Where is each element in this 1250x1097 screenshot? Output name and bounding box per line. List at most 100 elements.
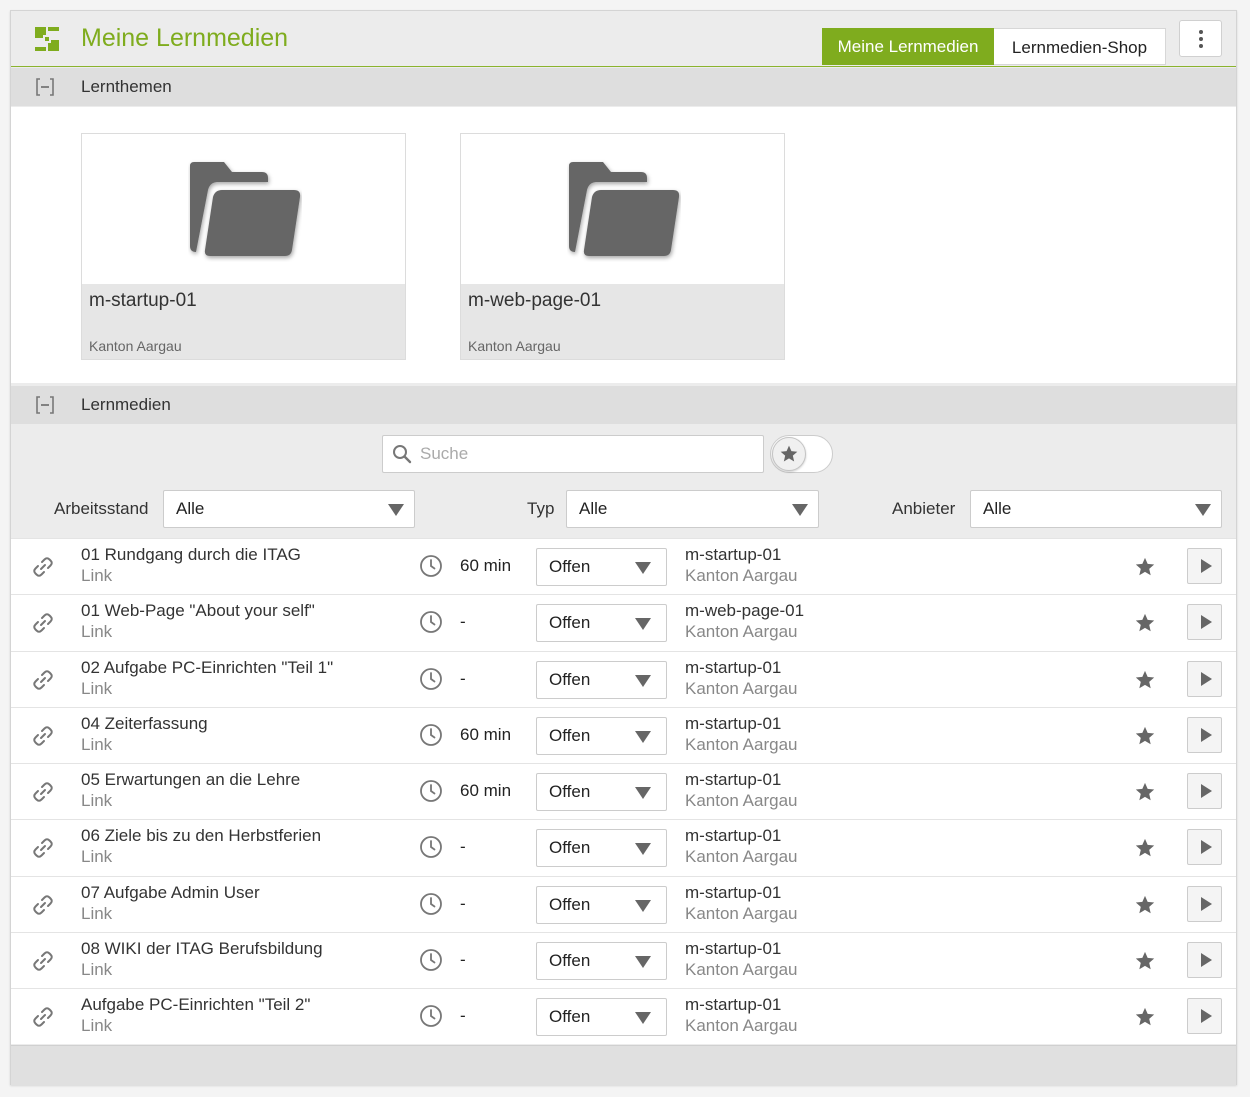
filter-select-arbeitsstand[interactable]: Alle xyxy=(163,490,415,528)
item-title[interactable]: 02 Aufgabe PC-Einrichten "Teil 1" xyxy=(81,658,333,678)
play-button[interactable] xyxy=(1187,829,1222,866)
item-duration: - xyxy=(460,612,466,632)
select-value: Offen xyxy=(549,725,591,745)
play-button[interactable] xyxy=(1187,885,1222,922)
filter-select-anbieter[interactable]: Alle xyxy=(970,490,1222,528)
star-icon[interactable] xyxy=(1134,612,1156,634)
clock-icon xyxy=(420,948,442,971)
play-button[interactable] xyxy=(1187,716,1222,753)
item-type: Link xyxy=(81,847,113,867)
play-button[interactable] xyxy=(1187,998,1222,1034)
search-icon xyxy=(393,445,412,464)
item-provider: Kanton Aargau xyxy=(685,847,798,867)
link-icon[interactable] xyxy=(31,836,55,860)
search-input[interactable] xyxy=(420,442,750,466)
status-select[interactable]: Offen xyxy=(536,885,667,924)
favorites-toggle[interactable] xyxy=(770,435,833,473)
status-select[interactable]: Offen xyxy=(536,998,667,1036)
media-row: 08 WIKI der ITAG Berufsbildung Link - Of… xyxy=(11,931,1236,988)
star-icon[interactable] xyxy=(1134,669,1156,691)
link-icon[interactable] xyxy=(31,724,55,748)
star-icon[interactable] xyxy=(1134,556,1156,578)
item-theme: m-startup-01 xyxy=(685,938,782,958)
link-icon[interactable] xyxy=(31,555,55,579)
item-theme: m-web-page-01 xyxy=(685,601,805,621)
item-title[interactable]: 04 Zeiterfassung xyxy=(81,714,208,734)
status-select[interactable]: Offen xyxy=(536,548,667,586)
item-duration: - xyxy=(460,837,466,857)
card-title: m-startup-01 xyxy=(89,290,197,311)
select-value: Offen xyxy=(549,782,591,801)
item-title[interactable]: 01 Rundgang durch die ITAG xyxy=(81,545,301,565)
link-icon[interactable] xyxy=(31,949,55,973)
item-duration: - xyxy=(460,893,466,913)
play-button[interactable] xyxy=(1187,548,1222,584)
more-menu-button[interactable] xyxy=(1179,20,1222,57)
section-title-lernthemen: Lernthemen xyxy=(81,77,172,96)
link-icon[interactable] xyxy=(31,668,55,692)
star-icon[interactable] xyxy=(1134,725,1156,747)
star-icon[interactable] xyxy=(1134,1006,1156,1028)
chevron-down-icon xyxy=(388,504,404,516)
play-button[interactable] xyxy=(1187,941,1222,978)
link-icon[interactable] xyxy=(31,780,55,804)
item-duration: - xyxy=(460,1006,466,1025)
link-icon[interactable] xyxy=(31,893,55,917)
folder-icon xyxy=(569,162,680,256)
media-row: 01 Web-Page "About your self" Link - Off… xyxy=(11,594,1236,651)
play-icon xyxy=(1201,1009,1212,1023)
card-title: m-web-page-01 xyxy=(468,290,602,311)
card-footer: m-startup-01 Kanton Aargau xyxy=(82,284,405,359)
filter-select-typ[interactable]: Alle xyxy=(566,490,819,528)
status-select[interactable]: Offen xyxy=(536,829,667,868)
status-select[interactable]: Offen xyxy=(536,941,667,980)
item-title[interactable]: Aufgabe PC-Einrichten "Teil 2" xyxy=(81,995,310,1015)
app-header: Meine Lernmedien Meine Lernmedien Lernme… xyxy=(11,11,1236,67)
tab-meine-lernmedien[interactable]: Meine Lernmedien xyxy=(822,28,994,65)
chevron-down-icon xyxy=(635,899,651,912)
star-icon[interactable] xyxy=(1134,837,1156,859)
item-duration: 60 min xyxy=(460,781,512,800)
play-button[interactable] xyxy=(1187,604,1222,641)
star-icon[interactable] xyxy=(1134,781,1156,803)
lernmedien-section-header: Lernmedien xyxy=(11,386,1236,424)
item-type: Link xyxy=(81,678,113,698)
media-row: 06 Ziele bis zu den Herbstferien Link - … xyxy=(11,819,1236,876)
theme-card[interactable]: m-web-page-01 Kanton Aargau xyxy=(460,133,785,360)
item-theme: m-startup-01 xyxy=(685,995,782,1014)
status-select[interactable]: Offen xyxy=(536,773,667,811)
item-title[interactable]: 05 Erwartungen an die Lehre xyxy=(81,770,300,790)
select-value: Offen xyxy=(549,669,591,689)
play-button[interactable] xyxy=(1187,773,1222,809)
star-icon[interactable] xyxy=(1134,950,1156,972)
app-logo-icon xyxy=(35,27,59,51)
star-icon[interactable] xyxy=(1134,894,1156,916)
chevron-down-icon xyxy=(635,787,651,799)
link-icon[interactable] xyxy=(31,1005,55,1029)
item-theme: m-startup-01 xyxy=(685,545,782,564)
collapse-icon[interactable] xyxy=(35,396,55,414)
select-value: Alle xyxy=(579,499,608,518)
play-icon xyxy=(1201,615,1212,630)
clock-icon xyxy=(420,555,442,577)
status-select[interactable]: Offen xyxy=(536,604,667,643)
collapse-icon[interactable] xyxy=(35,78,55,96)
link-icon[interactable] xyxy=(31,611,55,635)
play-icon xyxy=(1201,671,1212,686)
item-title[interactable]: 07 Aufgabe Admin User xyxy=(81,883,260,903)
item-type: Link xyxy=(81,959,113,979)
play-button[interactable] xyxy=(1187,660,1222,697)
item-title[interactable]: 08 WIKI der ITAG Berufsbildung xyxy=(81,939,323,959)
item-title[interactable]: 01 Web-Page "About your self" xyxy=(81,601,315,621)
theme-card[interactable]: m-startup-01 Kanton Aargau xyxy=(81,133,406,360)
card-image xyxy=(82,134,405,284)
select-value: Alle xyxy=(176,499,205,518)
media-row: 07 Aufgabe Admin User Link - Offen m-sta… xyxy=(11,875,1236,932)
status-select[interactable]: Offen xyxy=(536,716,667,755)
media-row: 04 Zeiterfassung Link 60 min Offen m-sta… xyxy=(11,706,1236,763)
chevron-down-icon xyxy=(635,562,651,574)
item-title[interactable]: 06 Ziele bis zu den Herbstferien xyxy=(81,826,321,846)
clock-icon xyxy=(420,836,442,859)
tab-lernmedien-shop[interactable]: Lernmedien-Shop xyxy=(994,28,1166,65)
status-select[interactable]: Offen xyxy=(536,660,667,699)
